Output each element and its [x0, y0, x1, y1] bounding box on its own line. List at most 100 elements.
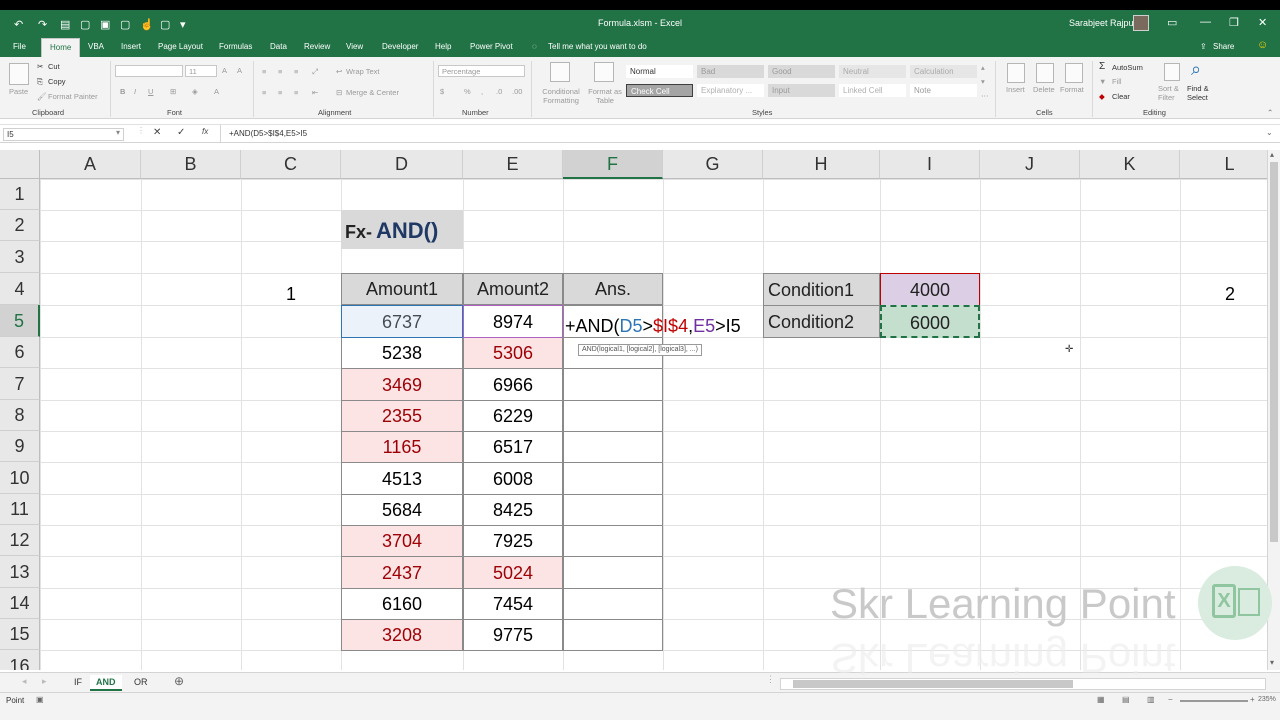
decrease-decimal-icon[interactable]: .00 [512, 87, 522, 96]
scroll-thumb[interactable] [1270, 162, 1278, 542]
name-box-chevron-icon[interactable]: ▾ [116, 128, 120, 137]
tab-power-pivot[interactable]: Power Pivot [470, 42, 513, 51]
tab-review[interactable]: Review [304, 42, 330, 51]
table-cell-d[interactable]: 1165 [341, 431, 463, 463]
row-header-1[interactable]: 1 [0, 179, 40, 210]
condition-label[interactable]: Condition2 [763, 305, 880, 338]
page-layout-view-icon[interactable]: ▤ [1122, 695, 1130, 704]
middle-align-icon[interactable]: ≡ [278, 67, 282, 76]
cell-style-check-cell[interactable]: Check Cell [626, 84, 693, 97]
conditional-formatting-button[interactable]: Conditional Formatting [538, 87, 584, 105]
share-button[interactable]: Share [1213, 42, 1234, 51]
cell-f5-editor[interactable]: +AND(D5>$I$4,E5>I5 [565, 316, 741, 337]
tab-help[interactable]: Help [435, 42, 451, 51]
insert-function-icon[interactable]: fx [202, 127, 208, 136]
restore-icon[interactable]: ❐ [1229, 16, 1239, 29]
table-cell-f[interactable] [563, 431, 663, 463]
sheet-tab-or[interactable]: OR [128, 675, 154, 691]
row-header-5[interactable]: 5 [0, 305, 40, 337]
cell-style-explanatory[interactable]: Explanatory ... [697, 84, 764, 97]
scroll-down-icon[interactable]: ▾ [1270, 658, 1274, 667]
row-header-14[interactable]: 14 [0, 588, 40, 619]
table-cell-e[interactable]: 6966 [463, 368, 563, 401]
orientation-icon[interactable]: ⤢ [312, 67, 318, 77]
table-cell-e[interactable]: 7454 [463, 588, 563, 620]
insert-cells-icon[interactable] [1007, 63, 1025, 83]
smiley-icon[interactable]: ☺ [1257, 39, 1268, 51]
gallery-down-icon[interactable]: ▾ [981, 77, 985, 86]
table-cell-d[interactable]: 3469 [341, 368, 463, 401]
formula-input[interactable]: +AND(D5>$I$4,E5>I5 [229, 129, 307, 138]
tab-insert[interactable]: Insert [121, 42, 141, 51]
column-header-a[interactable]: A [40, 150, 141, 179]
align-center-icon[interactable]: ≡ [278, 88, 282, 97]
collapse-ribbon-icon[interactable]: ⌃ [1267, 108, 1273, 117]
indent-icon[interactable]: ⇤ [312, 88, 318, 97]
avatar[interactable] [1133, 15, 1149, 31]
table-cell-e[interactable]: 5306 [463, 337, 563, 369]
row-header-16[interactable]: 16 [0, 650, 40, 670]
clear-button[interactable]: Clear [1112, 92, 1130, 101]
row-header-7[interactable]: 7 [0, 368, 40, 400]
row-header-4[interactable]: 4 [0, 273, 40, 305]
macro-record-icon[interactable]: ▣ [36, 695, 44, 704]
increase-decimal-icon[interactable]: .0 [496, 87, 502, 96]
table-cell-e[interactable]: 5024 [463, 556, 563, 589]
row-header-8[interactable]: 8 [0, 400, 40, 431]
comma-icon[interactable]: , [481, 87, 483, 96]
sort-filter-icon[interactable] [1164, 63, 1180, 81]
font-size-dropdown[interactable]: 11 [185, 65, 217, 77]
prev-sheet-icon[interactable]: ◂ [22, 676, 27, 687]
cut-button[interactable]: Cut [48, 62, 60, 71]
row-header-6[interactable]: 6 [0, 337, 40, 368]
tab-formulas[interactable]: Formulas [219, 42, 252, 51]
table-cell-d[interactable]: 6160 [341, 588, 463, 620]
borders-icon[interactable]: ⊞ [170, 87, 176, 96]
tab-home[interactable]: Home [41, 38, 81, 57]
table-cell-d[interactable]: 3704 [341, 525, 463, 557]
zoom-in-icon[interactable]: + [1250, 695, 1255, 704]
cell-style-normal[interactable]: Normal [626, 65, 693, 78]
bold-button[interactable]: B [120, 87, 125, 96]
table-header-f[interactable]: Ans. [563, 273, 663, 305]
tab-view[interactable]: View [346, 42, 363, 51]
column-header-g[interactable]: G [663, 150, 763, 179]
sheet-tab-if[interactable]: IF [68, 675, 88, 691]
row-header-11[interactable]: 11 [0, 494, 40, 525]
insert-cells-button[interactable]: Insert [1006, 85, 1025, 94]
enter-icon[interactable]: ✓ [177, 127, 185, 138]
tell-me-search[interactable]: Tell me what you want to do [548, 42, 647, 51]
column-header-f[interactable]: F [563, 150, 663, 179]
grow-font-icon[interactable]: A [222, 66, 227, 75]
tab-split-icon[interactable]: ⋮ [766, 674, 775, 685]
format-cells-button[interactable]: Format [1060, 85, 1084, 94]
cell-c4[interactable]: 1 [241, 284, 341, 305]
table-header-e[interactable]: Amount2 [463, 273, 563, 305]
sheet-tab-and[interactable]: AND [90, 675, 122, 691]
cell-l4[interactable]: 2 [1180, 284, 1267, 305]
zoom-out-icon[interactable]: − [1168, 695, 1173, 704]
format-cells-icon[interactable] [1065, 63, 1083, 83]
table-cell-e[interactable]: 9775 [463, 619, 563, 651]
expand-formula-icon[interactable]: ⌄ [1266, 128, 1273, 137]
font-name-dropdown[interactable] [115, 65, 183, 77]
row-header-13[interactable]: 13 [0, 556, 40, 588]
table-cell-e[interactable]: 6229 [463, 400, 563, 432]
number-format-dropdown[interactable]: Percentage [438, 65, 525, 77]
cell-style-good[interactable]: Good [768, 65, 835, 78]
sort-filter-button[interactable]: Sort & Filter [1158, 84, 1188, 102]
table-cell-f[interactable] [563, 588, 663, 620]
condition-label[interactable]: Condition1 [763, 273, 880, 306]
zoom-slider[interactable] [1180, 700, 1248, 702]
table-cell-f[interactable] [563, 619, 663, 651]
minimize-icon[interactable]: — [1200, 16, 1211, 28]
table-cell-f[interactable] [563, 368, 663, 401]
percent-icon[interactable]: % [464, 87, 471, 96]
tab-developer[interactable]: Developer [382, 42, 418, 51]
tab-vba[interactable]: VBA [88, 42, 104, 51]
italic-button[interactable]: I [134, 87, 136, 96]
table-cell-e[interactable]: 7925 [463, 525, 563, 557]
column-header-k[interactable]: K [1080, 150, 1180, 179]
underline-button[interactable]: U [148, 87, 153, 96]
column-header-j[interactable]: J [980, 150, 1080, 179]
